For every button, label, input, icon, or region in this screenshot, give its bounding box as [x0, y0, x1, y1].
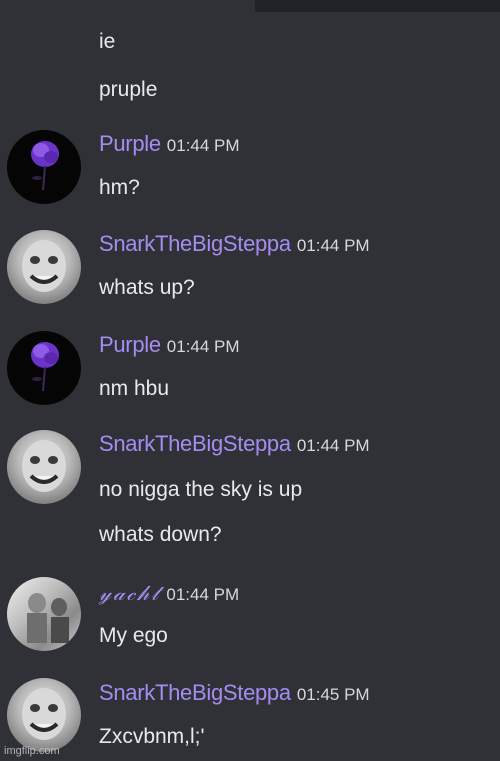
face-icon: [22, 688, 66, 740]
timestamp: 01:44 PM: [166, 136, 240, 155]
avatar-snark[interactable]: [7, 430, 81, 504]
watermark: imgflip.com: [4, 745, 60, 757]
message-text: My ego: [99, 624, 168, 647]
avatar-purple[interactable]: [7, 331, 81, 405]
avatar-snark[interactable]: [7, 678, 81, 752]
message-text: nm hbu: [99, 377, 170, 400]
message-header: SnarkTheBigSteppa 01:44 PM: [99, 231, 370, 260]
message-text: whats up?: [99, 276, 195, 299]
rose-icon: [31, 342, 59, 392]
rose-icon: [31, 141, 59, 191]
message-header: SnarkTheBigSteppa 01:44 PM: [99, 431, 370, 460]
message-header: Purple 01:44 PM: [99, 131, 240, 160]
message-text: ie: [99, 30, 116, 53]
chat-message-list[interactable]: ie pruple Purple 01:44 PM hm? SnarkTheBig…: [0, 0, 500, 761]
message-text: pruple: [99, 78, 158, 101]
username[interactable]: SnarkTheBigSteppa: [99, 680, 291, 705]
timestamp: 01:44 PM: [166, 585, 240, 604]
avatar-purple[interactable]: [7, 130, 81, 204]
message-text: whats down?: [99, 523, 222, 546]
username[interactable]: SnarkTheBigSteppa: [99, 231, 291, 256]
message-header: Purple 01:44 PM: [99, 332, 240, 361]
username[interactable]: Purple: [99, 131, 161, 156]
timestamp: 01:44 PM: [166, 337, 240, 356]
message-text: hm?: [99, 176, 140, 199]
message-header: SnarkTheBigSteppa 01:45 PM: [99, 680, 370, 709]
timestamp: 01:44 PM: [296, 236, 370, 255]
person-photo-icon: [27, 593, 69, 643]
top-bar: [255, 0, 500, 12]
message-header: 𝓎𝒶𝒸𝒽𝓉 01:44 PM: [99, 580, 239, 609]
avatar-yacht[interactable]: [7, 577, 81, 651]
username[interactable]: Purple: [99, 332, 161, 357]
username[interactable]: 𝓎𝒶𝒸𝒽𝓉: [99, 581, 160, 605]
avatar-snark[interactable]: [7, 230, 81, 304]
face-icon: [22, 240, 66, 292]
message-text: no nigga the sky is up: [99, 478, 303, 501]
face-icon: [22, 440, 66, 492]
timestamp: 01:44 PM: [296, 436, 370, 455]
timestamp: 01:45 PM: [296, 685, 370, 704]
message-text: Zxcvbnm,l;': [99, 725, 205, 748]
username[interactable]: SnarkTheBigSteppa: [99, 431, 291, 456]
